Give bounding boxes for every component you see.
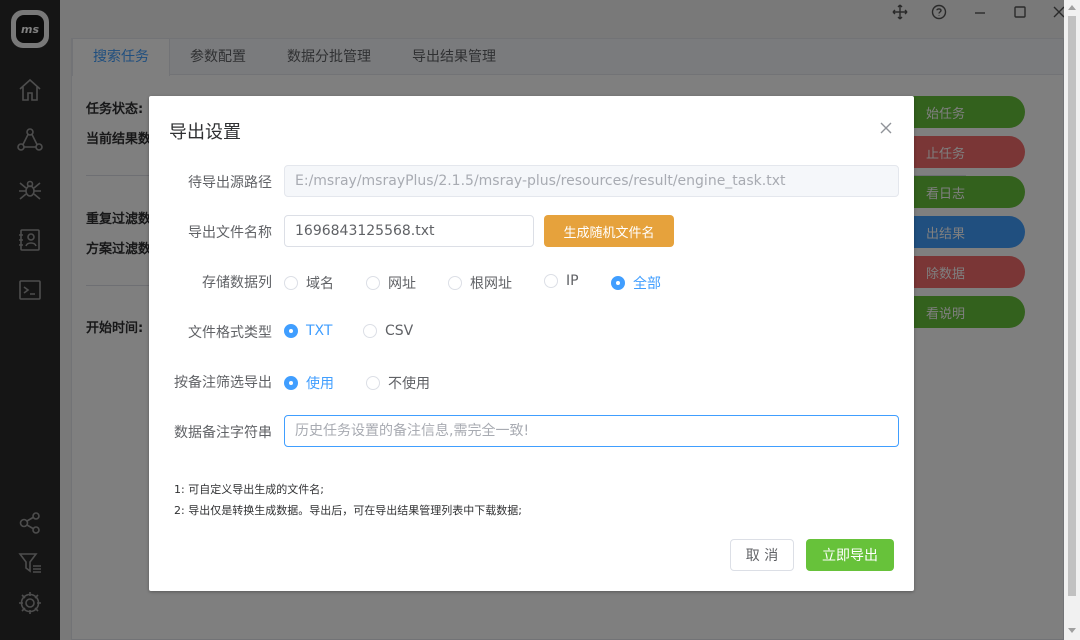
columns-label: 存储数据列 <box>202 275 272 291</box>
remark-string-input[interactable] <box>284 415 899 447</box>
file-name-input[interactable] <box>284 215 534 247</box>
radio-txt[interactable]: TXT <box>284 323 332 339</box>
scrollbar[interactable] <box>1064 0 1080 640</box>
radio-use[interactable]: 使用 <box>284 373 334 393</box>
radio-domain[interactable]: 域名 <box>284 273 334 293</box>
radio-label: TXT <box>306 323 333 339</box>
format-label: 文件格式类型 <box>188 325 272 341</box>
dialog-title: 导出设置 <box>169 122 241 143</box>
radio-label: CSV <box>385 323 414 339</box>
close-icon[interactable] <box>878 120 894 136</box>
radio-label: 全部 <box>633 276 661 292</box>
generate-random-filename-button[interactable]: 生成随机文件名 <box>544 215 674 247</box>
radio-dot <box>366 276 380 290</box>
radio-dot <box>611 276 625 290</box>
radio-label: IP <box>566 273 579 289</box>
export-now-button[interactable]: 立即导出 <box>806 539 894 571</box>
radio-root-url[interactable]: 根网址 <box>448 273 512 293</box>
scroll-thumb[interactable] <box>1068 16 1076 596</box>
radio-dot <box>284 324 298 338</box>
radio-not-use[interactable]: 不使用 <box>366 373 430 393</box>
radio-ip[interactable]: IP <box>544 273 579 289</box>
radio-dot <box>284 276 298 290</box>
radio-label: 使用 <box>306 376 334 392</box>
radio-dot <box>366 376 380 390</box>
export-settings-dialog: 导出设置 待导出源路径 导出文件名称 生成随机文件名 存储数据列 域名 网址 根… <box>149 96 914 591</box>
radio-dot <box>363 324 377 338</box>
radio-url[interactable]: 网址 <box>366 273 416 293</box>
radio-dot <box>544 274 558 288</box>
radio-label: 不使用 <box>388 376 430 392</box>
radio-dot <box>284 376 298 390</box>
radio-label: 根网址 <box>470 276 512 292</box>
radio-csv[interactable]: CSV <box>363 323 413 339</box>
cancel-button[interactable]: 取 消 <box>730 539 794 571</box>
file-name-label: 导出文件名称 <box>188 225 272 241</box>
source-path-input <box>284 165 899 197</box>
radio-all[interactable]: 全部 <box>611 273 661 293</box>
radio-dot <box>448 276 462 290</box>
source-path-label: 待导出源路径 <box>188 175 272 191</box>
remark-filter-label: 按备注筛选导出 <box>174 375 272 391</box>
note-line: 1: 可自定义导出生成的文件名; <box>174 483 324 496</box>
radio-label: 域名 <box>306 276 334 292</box>
scroll-up-arrow[interactable] <box>1068 5 1076 10</box>
radio-label: 网址 <box>388 276 416 292</box>
note-line: 2: 导出仅是转换生成数据。导出后，可在导出结果管理列表中下载数据; <box>174 504 522 517</box>
remark-string-label: 数据备注字符串 <box>174 425 272 441</box>
scroll-down-arrow[interactable] <box>1068 628 1076 633</box>
